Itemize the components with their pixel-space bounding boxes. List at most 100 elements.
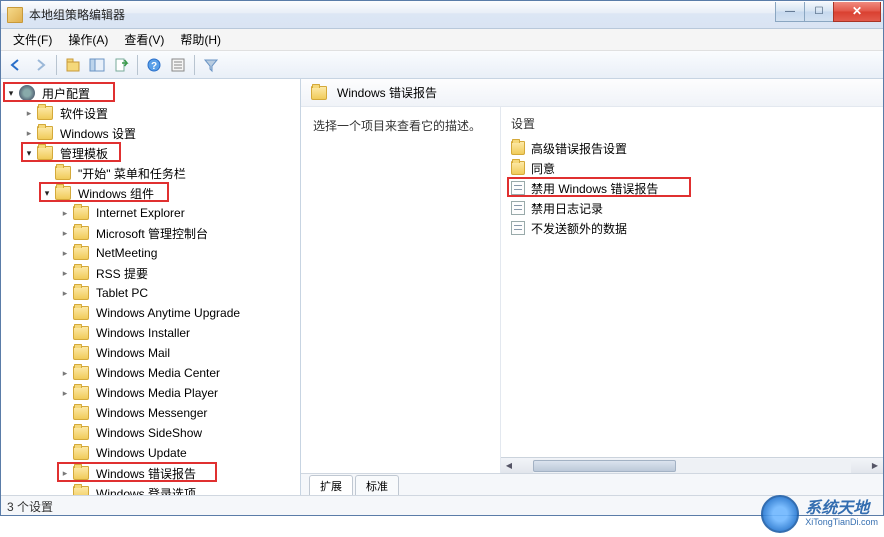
folder-icon (55, 186, 71, 200)
tree-node-label: "开始" 菜单和任务栏 (75, 164, 189, 183)
folder-icon (73, 226, 89, 240)
expand-icon[interactable]: ▸ (23, 107, 35, 119)
expand-icon[interactable]: ▸ (23, 127, 35, 139)
expander-blank (59, 487, 71, 495)
tree-node[interactable]: Windows Installer (1, 323, 300, 343)
list-item[interactable]: 同意 (511, 158, 873, 178)
tree-node[interactable]: ▸ Windows Media Center (1, 363, 300, 383)
list-item-label: 高级错误报告设置 (531, 140, 627, 157)
tree-node[interactable]: ▸ Windows 错误报告 (1, 463, 300, 483)
app-icon (7, 7, 23, 23)
folder-icon (37, 146, 53, 160)
tree-node[interactable]: Windows Mail (1, 343, 300, 363)
expand-icon[interactable]: ▸ (59, 267, 71, 279)
tree-node[interactable]: Windows 登录选项 (1, 483, 300, 495)
tree-pane[interactable]: ▾用户配置▸软件设置▸Windows 设置▾管理模板"开始" 菜单和任务栏▾Wi… (1, 79, 301, 495)
scroll-thumb[interactable] (533, 460, 676, 472)
tree-node[interactable]: ▸ 软件设置 (1, 103, 300, 123)
tree-node[interactable]: Windows Anytime Upgrade (1, 303, 300, 323)
menu-action[interactable]: 操作(A) (60, 29, 116, 50)
expand-icon[interactable]: ▸ (59, 287, 71, 299)
scroll-right-button[interactable]: ▶ (867, 459, 883, 473)
tree-node-label: Microsoft 管理控制台 (93, 224, 211, 243)
export-button[interactable] (110, 54, 132, 76)
tree-node[interactable]: ▸NetMeeting (1, 243, 300, 263)
collapse-icon[interactable]: ▾ (41, 187, 53, 199)
expand-icon[interactable]: ▸ (59, 367, 71, 379)
tree-node[interactable]: ▾用户配置 (1, 83, 300, 103)
properties-button[interactable] (167, 54, 189, 76)
tree-node[interactable]: ▾管理模板 (1, 143, 300, 163)
menu-help[interactable]: 帮助(H) (172, 29, 229, 50)
expander-blank (41, 167, 53, 179)
expander-blank (59, 327, 71, 339)
expand-icon[interactable]: ▸ (59, 227, 71, 239)
window-buttons: — ☐ ✕ (776, 2, 881, 22)
tab-extended[interactable]: 扩展 (309, 475, 353, 495)
folder-icon (73, 486, 89, 495)
show-tree-button[interactable] (86, 54, 108, 76)
collapse-icon[interactable]: ▾ (5, 87, 17, 99)
filter-button[interactable] (200, 54, 222, 76)
folder-icon (73, 266, 89, 280)
tree-node[interactable]: Windows Messenger (1, 403, 300, 423)
minimize-button[interactable]: — (775, 2, 805, 22)
tree-node[interactable]: ▸ Windows 设置 (1, 123, 300, 143)
folder-icon (311, 86, 327, 100)
tree-node-label: Windows 设置 (57, 124, 139, 143)
list-item[interactable]: 不发送额外的数据 (511, 218, 873, 238)
list-item-label: 同意 (531, 160, 555, 177)
expand-icon[interactable]: ▸ (59, 207, 71, 219)
horizontal-scrollbar[interactable]: ◀ ▶ (501, 457, 883, 473)
tree-node[interactable]: ▾Windows 组件 (1, 183, 300, 203)
menu-file[interactable]: 文件(F) (5, 29, 60, 50)
tree-node-label: Windows Mail (93, 345, 173, 361)
tree-node[interactable]: ▸Internet Explorer (1, 203, 300, 223)
tree-node[interactable]: ▸ RSS 提要 (1, 263, 300, 283)
expander-blank (59, 427, 71, 439)
tree-node-label: Windows Messenger (93, 405, 210, 421)
toolbar-separator (137, 55, 138, 75)
scroll-left-button[interactable]: ◀ (501, 459, 517, 473)
up-button[interactable] (62, 54, 84, 76)
list-item[interactable]: 高级错误报告设置 (511, 138, 873, 158)
tree-node-label: Windows Update (93, 445, 190, 461)
tree-node-label: Windows 错误报告 (93, 464, 199, 483)
menu-view[interactable]: 查看(V) (116, 29, 172, 50)
tree-node-label: RSS 提要 (93, 264, 151, 283)
folder-icon (73, 306, 89, 320)
setting-icon (511, 201, 525, 215)
help-button[interactable]: ? (143, 54, 165, 76)
folder-icon (73, 366, 89, 380)
tree-node-label: 软件设置 (57, 104, 111, 123)
menu-bar: 文件(F) 操作(A) 查看(V) 帮助(H) (1, 29, 883, 51)
close-button[interactable]: ✕ (833, 2, 881, 22)
title-bar[interactable]: 本地组策略编辑器 — ☐ ✕ (1, 1, 883, 29)
setting-icon (511, 221, 525, 235)
expand-icon[interactable]: ▸ (59, 467, 71, 479)
folder-icon (73, 206, 89, 220)
tree-node-label: Tablet PC (93, 285, 151, 301)
gear-icon (19, 85, 35, 101)
details-title: Windows 错误报告 (337, 84, 437, 101)
expander-blank (59, 447, 71, 459)
maximize-button[interactable]: ☐ (804, 2, 834, 22)
collapse-icon[interactable]: ▾ (23, 147, 35, 159)
tree-node-label: Windows Media Center (93, 365, 223, 381)
toolbar: ? (1, 51, 883, 79)
back-button[interactable] (5, 54, 27, 76)
forward-button[interactable] (29, 54, 51, 76)
folder-icon (37, 126, 53, 140)
scroll-track[interactable] (533, 459, 851, 473)
tab-standard[interactable]: 标准 (355, 475, 399, 495)
tree-node[interactable]: ▸ Microsoft 管理控制台 (1, 223, 300, 243)
expand-icon[interactable]: ▸ (59, 247, 71, 259)
expand-icon[interactable]: ▸ (59, 387, 71, 399)
list-item[interactable]: 禁用日志记录 (511, 198, 873, 218)
tree-node[interactable]: Windows SideShow (1, 423, 300, 443)
list-item[interactable]: 禁用 Windows 错误报告 (511, 178, 873, 198)
tree-node[interactable]: "开始" 菜单和任务栏 (1, 163, 300, 183)
tree-node[interactable]: ▸ Tablet PC (1, 283, 300, 303)
tree-node[interactable]: Windows Update (1, 443, 300, 463)
tree-node[interactable]: ▸Windows Media Player (1, 383, 300, 403)
